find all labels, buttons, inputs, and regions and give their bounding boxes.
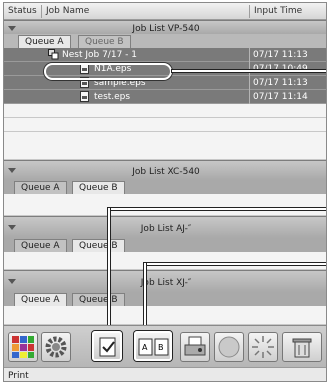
group-header-aj[interactable]: Job List AJ-″	[4, 216, 326, 238]
tab-queue-a[interactable]: Queue A	[14, 293, 67, 306]
group-title: Job List XC-540	[132, 167, 200, 177]
empty-row	[4, 132, 326, 160]
group-header-xc540[interactable]: Job List XC-540	[4, 160, 326, 180]
queue-tabs: Queue A Queue B	[4, 238, 326, 252]
empty-row	[4, 104, 326, 118]
job-list-window: Status Job Name Input Time Job List VP-5…	[3, 2, 327, 382]
empty-row	[4, 118, 326, 132]
circle-icon[interactable]	[214, 332, 244, 362]
group-title: Job List AJ-″	[140, 224, 192, 234]
column-divider	[249, 90, 250, 104]
job-name: Nest Job 7/17 - 1	[62, 50, 137, 60]
callout-line	[172, 70, 326, 72]
callout-line	[144, 263, 146, 330]
column-divider	[249, 48, 250, 62]
queue-tabs: Queue A Queue B	[4, 34, 326, 48]
job-time: 07/17 11:13	[253, 50, 308, 60]
group-title: Job List VP-540	[132, 24, 200, 34]
tab-queue-b[interactable]: Queue B	[78, 35, 131, 48]
column-divider	[249, 76, 250, 90]
column-divider[interactable]	[41, 5, 42, 18]
trash-icon[interactable]	[282, 332, 322, 362]
nest-job-icon	[48, 49, 59, 60]
group-title: Job List XJ-″	[140, 278, 192, 288]
burst-icon[interactable]	[248, 332, 278, 362]
job-time: 07/17 11:13	[253, 78, 308, 88]
svg-text:A: A	[142, 343, 148, 352]
table-row[interactable]: test.eps 07/17 11:14	[4, 90, 326, 104]
queue-tabs: Queue A Queue B	[4, 180, 326, 194]
callout-line	[108, 208, 326, 210]
group-header-xj[interactable]: Job List XJ-″	[4, 270, 326, 292]
printer-icon[interactable]	[180, 332, 210, 362]
queue-tabs: Queue A Queue B	[4, 292, 326, 306]
ab-copy-icon[interactable]: AB	[134, 331, 172, 361]
status-bar: Print	[4, 367, 326, 381]
tab-queue-a[interactable]: Queue A	[14, 181, 67, 194]
nest-job-callout	[44, 63, 172, 80]
check-card-icon[interactable]	[92, 331, 122, 361]
job-time: 07/17 11:14	[253, 92, 308, 102]
toolbar: AB	[4, 325, 326, 367]
gear-icon[interactable]	[41, 332, 71, 362]
grid-color-icon[interactable]	[8, 332, 38, 362]
job-time: 07/17 10:49	[253, 64, 308, 74]
column-divider[interactable]	[249, 5, 250, 18]
callout-line	[108, 208, 110, 330]
tab-queue-b[interactable]: Queue B	[72, 181, 125, 194]
tab-queue-b[interactable]: Queue B	[72, 293, 125, 306]
column-input-time[interactable]: Input Time	[254, 6, 302, 16]
svg-text:B: B	[158, 343, 164, 352]
column-job-name[interactable]: Job Name	[46, 6, 89, 16]
column-status[interactable]: Status	[8, 6, 37, 16]
tab-queue-a[interactable]: Queue A	[14, 239, 67, 252]
tab-queue-a[interactable]: Queue A	[18, 35, 71, 48]
group-header-vp540[interactable]: Job List VP-540	[4, 20, 326, 34]
empty-row	[4, 252, 326, 270]
job-name: test.eps	[94, 92, 131, 102]
file-icon	[80, 91, 89, 102]
column-divider	[249, 62, 250, 76]
column-header: Status Job Name Input Time	[4, 3, 326, 20]
status-text: Print	[8, 371, 29, 381]
callout-line	[144, 263, 326, 265]
empty-row	[4, 306, 326, 325]
table-row[interactable]: Nest Job 7/17 - 1 07/17 11:13	[4, 48, 326, 62]
tab-queue-b[interactable]: Queue B	[72, 239, 125, 252]
empty-row	[4, 194, 326, 216]
